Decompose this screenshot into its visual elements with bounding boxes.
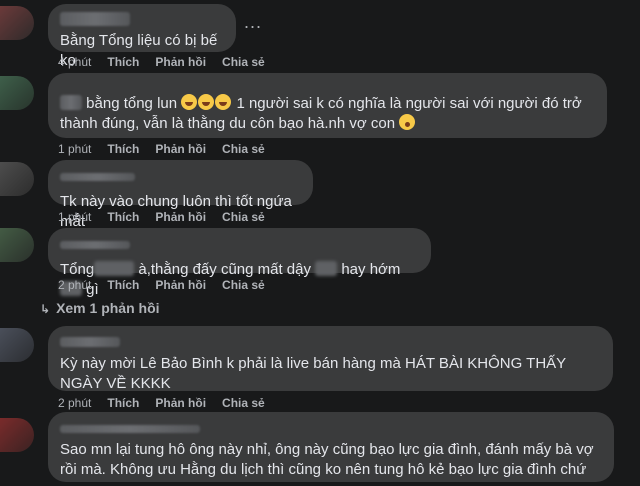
- like-button[interactable]: Thích: [107, 210, 139, 224]
- comment-bubble: Sao mn lại tung hô ông này nhỉ, ông này …: [48, 412, 614, 482]
- like-button[interactable]: Thích: [107, 142, 139, 156]
- share-button[interactable]: Chia sẻ: [222, 278, 265, 292]
- redacted-word: [315, 261, 338, 276]
- comment-text-part: bằng tổng lun: [86, 95, 178, 112]
- laughing-emoji-icon: [181, 94, 198, 110]
- comment-text-part: hay hớm: [341, 261, 401, 278]
- comment-text-part: Tổng: [60, 261, 95, 278]
- avatar[interactable]: [0, 162, 34, 196]
- commenter-name-redacted[interactable]: [60, 95, 82, 110]
- share-button[interactable]: Chia sẻ: [222, 55, 265, 69]
- screaming-emoji-icon: [399, 114, 416, 130]
- comment-time[interactable]: 1 phút: [58, 142, 91, 156]
- commenter-name-redacted[interactable]: [60, 12, 130, 26]
- reply-button[interactable]: Phản hồi: [155, 396, 206, 410]
- share-button[interactable]: Chia sẻ: [222, 142, 265, 156]
- comment-time[interactable]: 1 phút: [58, 210, 91, 224]
- comment-bubble: Kỳ này mời Lê Bảo Bình k phải là live bá…: [48, 326, 613, 392]
- redacted-word: [94, 261, 135, 276]
- reply-button[interactable]: Phản hồi: [155, 210, 206, 224]
- comment-text: Sao mn lại tung hô ông này nhỉ, ông này …: [60, 441, 594, 478]
- comment-text: Kỳ này mời Lê Bảo Bình k phải là live bá…: [60, 355, 566, 392]
- more-options-icon[interactable]: ...: [244, 12, 262, 33]
- avatar[interactable]: [0, 76, 34, 110]
- comment-actions: 4 phút Thích Phản hồi Chia sẻ: [58, 55, 281, 69]
- comment-time[interactable]: 2 phút: [58, 396, 91, 410]
- comment-bubble: Tổng à,thằng đấy cũng mất dậy hay hớm gì: [48, 228, 431, 298]
- comment-actions: 1 phút Thích Phản hồi Chia sẻ: [58, 142, 281, 156]
- commenter-name-redacted[interactable]: [60, 241, 130, 249]
- reply-button[interactable]: Phản hồi: [155, 55, 206, 69]
- reply-arrow-icon: ↳: [40, 302, 51, 316]
- reply-button[interactable]: Phản hồi: [155, 278, 206, 292]
- like-button[interactable]: Thích: [107, 396, 139, 410]
- commenter-name-redacted[interactable]: [60, 173, 135, 181]
- avatar[interactable]: [0, 228, 34, 262]
- comment-actions: 2 phút Thích Phản hồi Chia sẻ: [58, 396, 281, 410]
- avatar[interactable]: [0, 6, 34, 40]
- share-button[interactable]: Chia sẻ: [222, 210, 265, 224]
- avatar[interactable]: [0, 418, 34, 452]
- laughing-emoji-icon: [215, 94, 232, 110]
- comment-bubble: Bằng Tổng liệu có bị bế ko: [48, 4, 236, 69]
- comment-bubble: bằng tổng lun 1 người sai k có nghĩa là …: [48, 73, 607, 138]
- reply-button[interactable]: Phản hồi: [155, 142, 206, 156]
- view-replies-label: Xem 1 phản hồi: [56, 300, 160, 316]
- view-replies-link[interactable]: ↳ Xem 1 phản hồi: [40, 300, 160, 316]
- comment-time[interactable]: 4 phút: [58, 55, 91, 69]
- share-button[interactable]: Chia sẻ: [222, 396, 265, 410]
- like-button[interactable]: Thích: [107, 55, 139, 69]
- comment-bubble: Tk này vào chung luôn thì tốt ngứa mắt: [48, 160, 313, 230]
- comment-text-part: à,thằng đấy cũng mất dậy: [138, 261, 311, 278]
- comment-time[interactable]: 2 phút: [58, 278, 91, 292]
- commenter-name-redacted[interactable]: [60, 425, 200, 433]
- comment-actions: 2 phút Thích Phản hồi Chia sẻ: [58, 278, 281, 292]
- laughing-emoji-icon: [198, 94, 215, 110]
- like-button[interactable]: Thích: [107, 278, 139, 292]
- commenter-name-redacted[interactable]: [60, 337, 120, 347]
- avatar[interactable]: [0, 328, 34, 362]
- comment-actions: 1 phút Thích Phản hồi Chia sẻ: [58, 210, 281, 224]
